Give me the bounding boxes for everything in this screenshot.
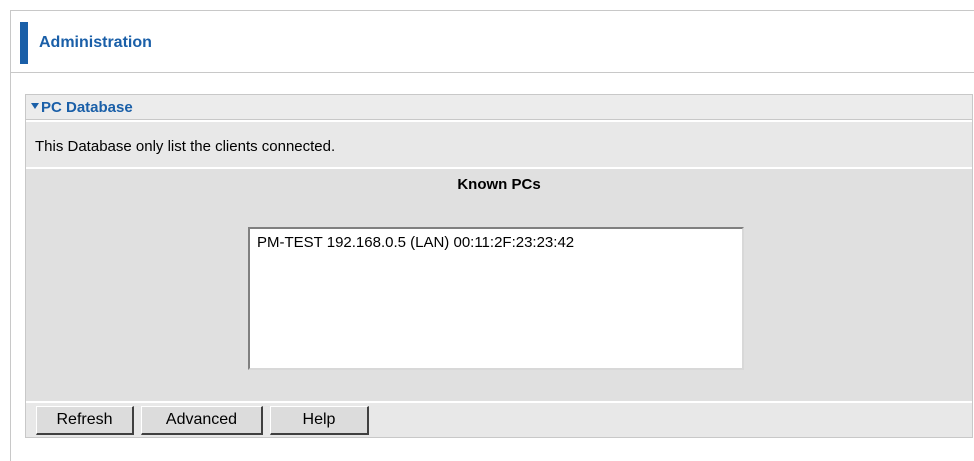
page-title: Administration (39, 34, 152, 51)
known-pcs-section: Known PCs PM-TEST 192.168.0.5 (LAN) 00:1… (26, 169, 972, 401)
refresh-button[interactable]: Refresh (36, 406, 134, 435)
list-item[interactable]: PM-TEST 192.168.0.5 (LAN) 00:11:2F:23:23… (257, 234, 574, 251)
page-header: Administration (11, 11, 974, 73)
collapse-arrow-icon[interactable] (31, 103, 39, 109)
description-row: This Database only list the clients conn… (26, 122, 972, 167)
pc-database-panel: PC Database This Database only list the … (25, 94, 973, 438)
known-pcs-listbox[interactable]: PM-TEST 192.168.0.5 (LAN) 00:11:2F:23:23… (248, 227, 744, 370)
help-button[interactable]: Help (270, 406, 369, 435)
main-frame: Administration PC Database This Database… (10, 10, 974, 461)
advanced-button[interactable]: Advanced (141, 406, 263, 435)
panel-title: PC Database (41, 99, 133, 116)
known-pcs-heading: Known PCs (457, 176, 541, 193)
header-accent-bar (20, 22, 28, 64)
description-text: This Database only list the clients conn… (35, 138, 336, 155)
button-row: Refresh Advanced Help (26, 403, 972, 437)
panel-header[interactable]: PC Database (26, 95, 972, 120)
